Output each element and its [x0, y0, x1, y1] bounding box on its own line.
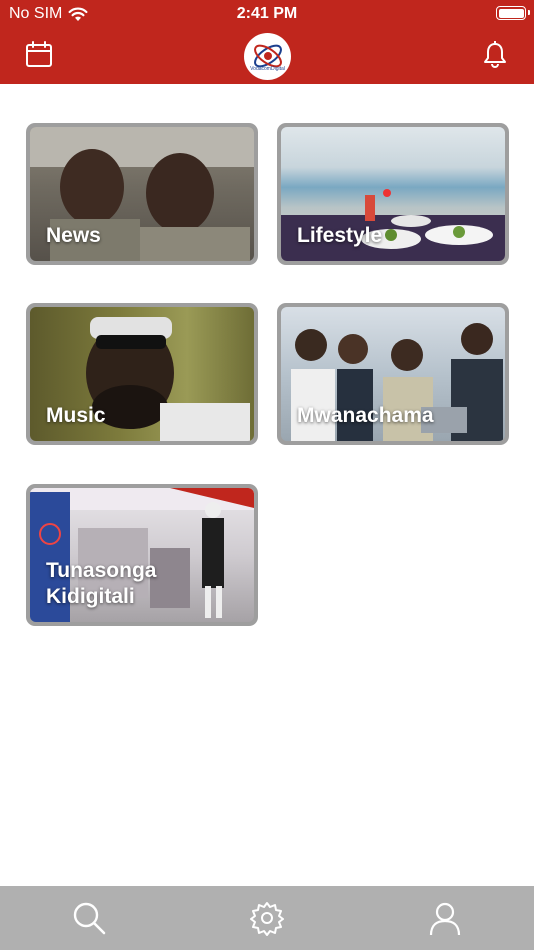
- category-tile-mwanachama[interactable]: Mwanachama: [277, 303, 509, 445]
- category-tile-music[interactable]: Music: [26, 303, 258, 445]
- search-icon: [73, 902, 106, 935]
- mwanachama-photo: Mwanachama: [281, 307, 505, 441]
- top-bar: No SIM 2:41 PM VodacomDigital: [0, 0, 534, 84]
- status-time: 2:41 PM: [236, 5, 298, 22]
- lifestyle-photo: Lifestyle: [281, 127, 505, 261]
- logo-wordmark: VodacomDigital: [250, 66, 285, 72]
- calendar-icon: [26, 41, 52, 67]
- category-tile-news[interactable]: News: [26, 123, 258, 265]
- tab-profile[interactable]: [356, 886, 534, 950]
- app-logo: VodacomDigital: [244, 33, 291, 80]
- tile-label-mwanachama: Mwanachama: [297, 404, 434, 427]
- profile-icon: [429, 902, 461, 936]
- category-tile-lifestyle[interactable]: Lifestyle: [277, 123, 509, 265]
- tile-label-news: News: [46, 224, 101, 247]
- status-bar: No SIM 2:41 PM: [0, 0, 534, 28]
- notifications-button[interactable]: [479, 38, 511, 72]
- bell-icon: [484, 41, 506, 68]
- tab-settings[interactable]: [178, 886, 356, 950]
- tunasonga-photo: Tunasonga Kidigitali: [30, 488, 254, 622]
- tile-label-tunasonga-kidigitali: Tunasonga Kidigitali: [46, 559, 157, 608]
- bottom-tab-bar: [0, 886, 534, 950]
- tile-label-music: Music: [46, 404, 106, 427]
- battery-icon: [496, 6, 530, 20]
- tile-label-lifestyle: Lifestyle: [297, 224, 383, 247]
- tab-search[interactable]: [0, 886, 178, 950]
- music-photo: Music: [30, 307, 254, 441]
- calendar-button[interactable]: [23, 38, 55, 72]
- news-photo: News: [30, 127, 254, 261]
- category-tile-tunasonga-kidigitali[interactable]: Tunasonga Kidigitali: [26, 484, 258, 626]
- gear-icon: [250, 902, 284, 936]
